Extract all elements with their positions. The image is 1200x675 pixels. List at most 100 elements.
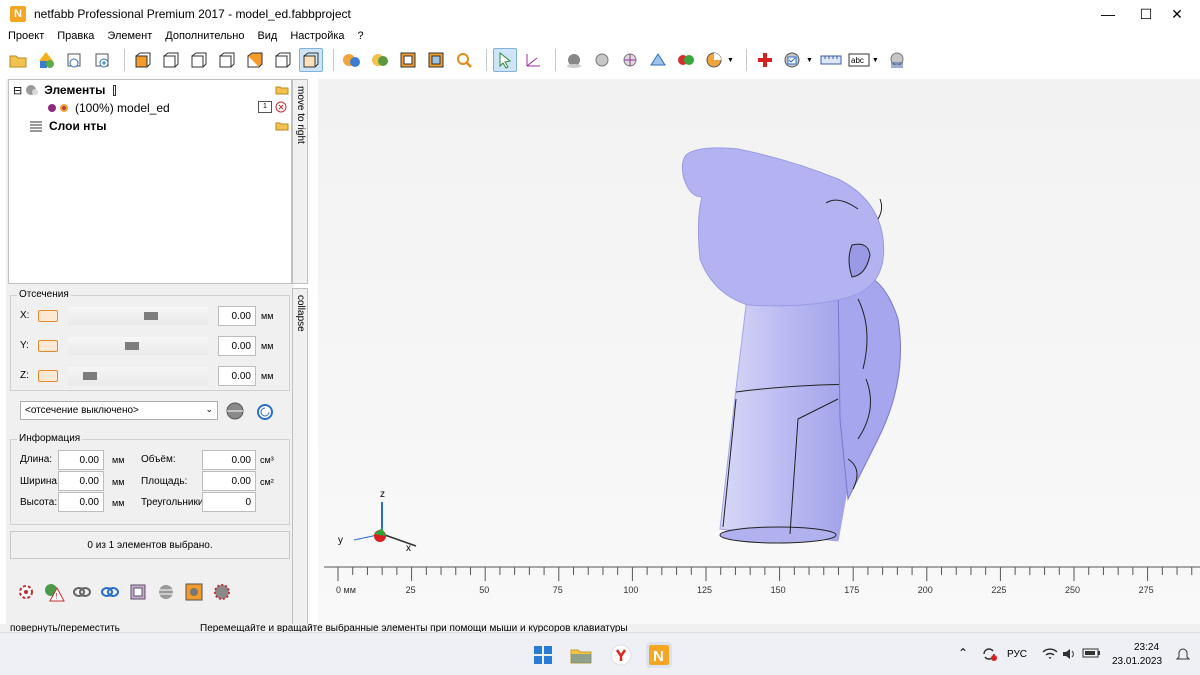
battery-icon[interactable]: [1082, 647, 1102, 659]
settings-button[interactable]: [14, 580, 38, 604]
cut-z-slider[interactable]: [68, 367, 208, 385]
ruler-ticks: [324, 566, 1200, 581]
view-top-button[interactable]: [243, 48, 267, 72]
menu-view[interactable]: Вид: [252, 30, 282, 42]
center-button[interactable]: [182, 580, 206, 604]
browser-button[interactable]: [608, 642, 634, 668]
speaker-icon[interactable]: [1062, 647, 1078, 661]
link-button[interactable]: [70, 580, 94, 604]
model-3d[interactable]: [318, 79, 1200, 624]
cut-z-thumb[interactable]: [83, 372, 97, 380]
move-to-right-label: move to right: [295, 86, 306, 144]
ruler-tick-label: 275: [1138, 585, 1154, 595]
menu-settings[interactable]: Настройка: [285, 30, 349, 42]
chevron-down-icon[interactable]: ▼: [806, 57, 813, 64]
spheres-icon: [343, 54, 360, 67]
tree-row-elements[interactable]: ⊟ Элементы: [13, 81, 117, 99]
collapse-tab[interactable]: collapse: [292, 288, 308, 631]
select-tool-button[interactable]: [493, 48, 517, 72]
layer-sphere-button[interactable]: [154, 580, 178, 604]
tree-row-model[interactable]: (100%) model_ed: [47, 99, 170, 117]
part-info-button[interactable]: [62, 48, 86, 72]
open-project-button[interactable]: [6, 48, 30, 72]
refresh-icon[interactable]: [256, 403, 274, 421]
view-left-button[interactable]: [187, 48, 211, 72]
cut-mode-select[interactable]: <отсечение выключено> ⌄: [20, 401, 218, 420]
toolbar-separator: [555, 49, 556, 71]
cube-bottom-icon: [275, 52, 291, 68]
collapse-icon[interactable]: ⊟: [13, 84, 22, 97]
cut-sphere-icon[interactable]: [224, 401, 246, 421]
view-back-button[interactable]: [159, 48, 183, 72]
menu-element[interactable]: Элемент: [102, 30, 157, 42]
warning-button[interactable]: !: [42, 580, 66, 604]
add-part-button[interactable]: [34, 48, 58, 72]
netfabb-task-button[interactable]: N: [646, 642, 672, 668]
menu-extras[interactable]: Дополнительно: [160, 30, 249, 42]
check-button[interactable]: [781, 48, 805, 72]
folder-add-icon[interactable]: [275, 120, 289, 131]
measure-tool-button[interactable]: [521, 48, 545, 72]
cutting-title: Отсечения: [17, 289, 71, 300]
folder-add-icon[interactable]: [275, 84, 289, 95]
cut-x-toggle[interactable]: [38, 310, 58, 322]
menu-edit[interactable]: Правка: [52, 30, 99, 42]
sync-icon[interactable]: [980, 646, 998, 662]
mesh-view-button[interactable]: [646, 48, 670, 72]
cut-z-value[interactable]: 0.00: [218, 366, 256, 386]
move-to-right-tab[interactable]: move to right: [292, 79, 308, 284]
tree-row-layers[interactable]: Слои нты: [29, 117, 107, 135]
link-blue-button[interactable]: [98, 580, 122, 604]
menu-project[interactable]: Проект: [3, 30, 49, 42]
red-cross-icon: [757, 53, 772, 67]
cut-y-slider[interactable]: [68, 337, 208, 355]
cut-y-toggle[interactable]: [38, 340, 58, 352]
language-indicator[interactable]: РУС: [1007, 649, 1027, 660]
view-bottom-button[interactable]: [271, 48, 295, 72]
color-view-button[interactable]: [674, 48, 698, 72]
tool-boundary-button[interactable]: [396, 48, 420, 72]
tool-photo-button[interactable]: [424, 48, 448, 72]
wifi-icon[interactable]: [1042, 647, 1058, 661]
remove-icon[interactable]: [275, 101, 287, 113]
repair-button[interactable]: [753, 48, 777, 72]
add-copy-button[interactable]: [90, 48, 114, 72]
cut-z-toggle[interactable]: [38, 370, 58, 382]
close-button[interactable]: ✕: [1154, 0, 1200, 28]
cut-mode-value: <отсечение выключено>: [25, 405, 139, 416]
chevron-down-icon[interactable]: ▼: [727, 57, 734, 64]
3d-viewport[interactable]: z y x 0 мм 25 50 75 100 125 150 175 200 225 250 27…: [318, 79, 1200, 624]
notification-bell-icon[interactable]: [1176, 647, 1190, 661]
cut-y-value[interactable]: 0.00: [218, 336, 256, 356]
explorer-button[interactable]: [568, 642, 594, 668]
start-button[interactable]: [530, 642, 556, 668]
view-right-button[interactable]: [215, 48, 239, 72]
tool-merge-button[interactable]: [368, 48, 392, 72]
pie-sphere-icon: [706, 52, 722, 68]
cut-x-thumb[interactable]: [144, 312, 158, 320]
wireframe-button[interactable]: [618, 48, 642, 72]
shading-solid-button[interactable]: [590, 48, 614, 72]
ruler-tick-label: 225: [991, 585, 1007, 595]
view-iso-button[interactable]: [299, 48, 323, 72]
tool-hollow-button[interactable]: [340, 48, 364, 72]
cut-x-slider[interactable]: [68, 307, 208, 325]
shading-gray-button[interactable]: [562, 48, 586, 72]
menu-help[interactable]: ?: [353, 30, 369, 42]
chevron-up-icon[interactable]: ⌃: [958, 646, 968, 660]
slice-view-button[interactable]: [885, 48, 909, 72]
axis-x-label: x: [406, 543, 411, 554]
view-front-button[interactable]: [131, 48, 155, 72]
section-view-button[interactable]: [702, 48, 726, 72]
ruler-button[interactable]: [819, 48, 843, 72]
cut-y-thumb[interactable]: [125, 342, 139, 350]
label-button[interactable]: abc: [847, 48, 871, 72]
chevron-down-icon[interactable]: ▼: [872, 57, 879, 64]
ruler-tick-label: 150: [770, 585, 786, 595]
cut-x-value[interactable]: 0.00: [218, 306, 256, 326]
support-button[interactable]: [210, 580, 234, 604]
triangles-value: 0: [202, 492, 256, 512]
zoom-button[interactable]: [452, 48, 476, 72]
svg-text:abc: abc: [851, 56, 864, 65]
frame-button[interactable]: [126, 580, 150, 604]
